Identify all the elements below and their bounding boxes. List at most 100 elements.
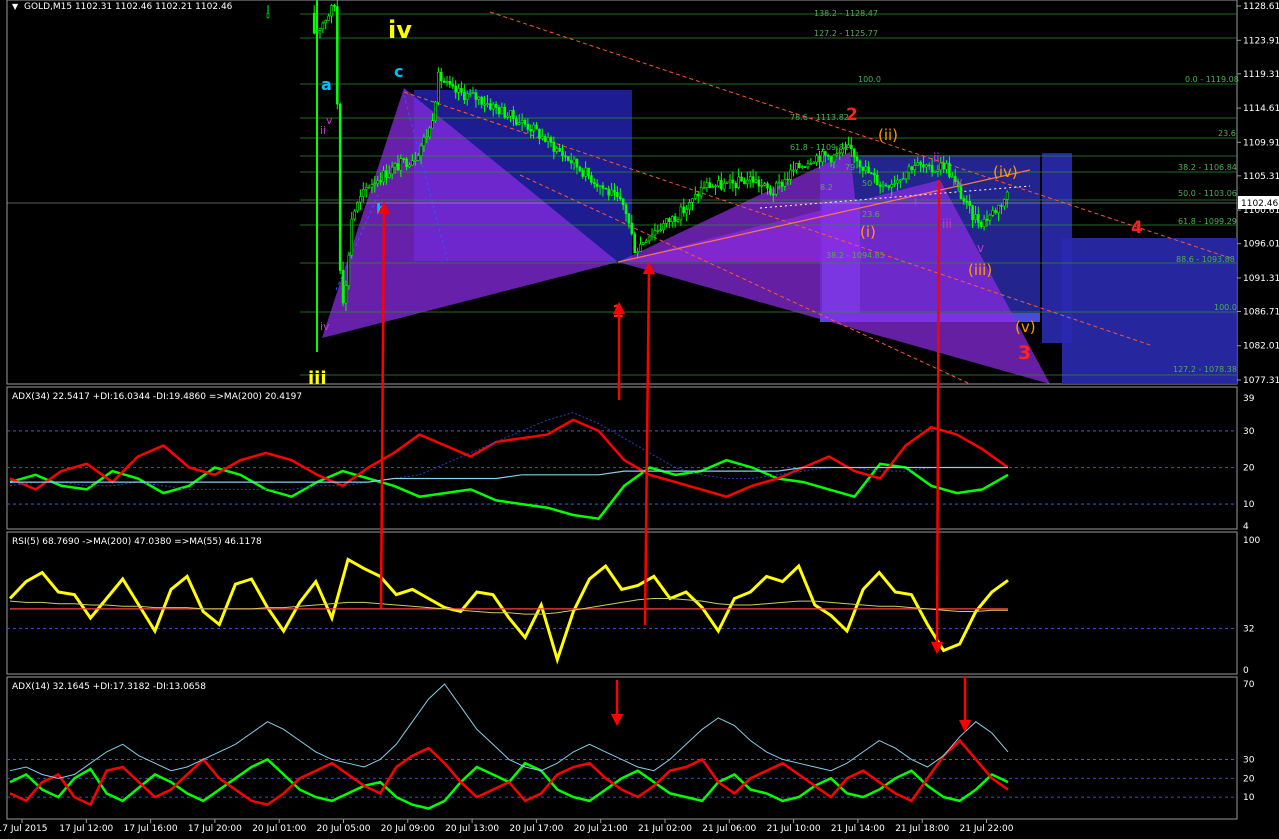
candle-body — [564, 155, 567, 157]
candle-body — [569, 160, 573, 164]
candle-body — [610, 189, 613, 196]
candle-body — [489, 103, 492, 110]
candle-body — [971, 205, 974, 220]
candle-body — [691, 198, 694, 203]
time-axis-label: 17 Jul 2015 — [0, 824, 47, 834]
candle-body — [734, 182, 738, 188]
candle-body — [714, 185, 717, 188]
candle-body — [561, 150, 564, 156]
candle-body — [402, 158, 406, 160]
price-axis-label: 1096.01 — [1243, 240, 1279, 250]
candle-body — [922, 164, 925, 168]
candle-body — [913, 165, 917, 171]
candle-body — [873, 173, 876, 176]
candle-body — [933, 170, 937, 173]
candle-body — [795, 163, 798, 171]
wave-label-a: a — [321, 75, 332, 94]
wave-label-ii-right: ii — [933, 151, 940, 165]
candle-body — [650, 234, 654, 238]
candle-body — [601, 185, 605, 189]
candle-body — [821, 151, 824, 163]
candle-body — [803, 166, 807, 168]
candle-body — [460, 87, 463, 93]
indicator-axis-label: 20 — [1243, 774, 1255, 784]
indicator-axis-label: 4 — [1243, 522, 1249, 532]
candle-body — [578, 166, 582, 171]
candle-body — [792, 169, 795, 172]
candle-body — [751, 176, 755, 183]
candle-body — [431, 120, 434, 129]
fib-level-label: 127.2 - 1125.77 — [814, 29, 878, 38]
candle-body — [529, 129, 533, 132]
candle-body — [621, 198, 625, 206]
candle-body — [390, 166, 394, 175]
price-axis-label: 1123.91 — [1243, 36, 1279, 46]
candle-body — [1005, 191, 1009, 200]
chart-header-triangle[interactable]: ▼ — [12, 2, 19, 11]
wave-label-2: 2 — [846, 105, 858, 125]
zone-layer — [322, 88, 1237, 384]
candle-body — [1000, 205, 1003, 207]
candle-body — [356, 201, 359, 212]
wave-label-3: 3 — [1018, 342, 1031, 364]
candle-body — [413, 159, 417, 162]
candle-body — [728, 179, 732, 183]
indicator-axis-label: 32 — [1243, 624, 1254, 634]
candle-body — [523, 120, 527, 125]
fib-level-label: 50 — [862, 179, 872, 188]
candle-body — [769, 187, 772, 195]
candle-body — [486, 103, 489, 105]
time-axis-label: 17 Jul 12:00 — [59, 824, 113, 834]
price-axis-label: 1114.61 — [1243, 104, 1279, 114]
candle-body — [942, 162, 945, 170]
arrow-adx-up — [642, 261, 656, 626]
candle-body — [777, 181, 781, 184]
wave-label-paren-i: (i) — [860, 223, 876, 241]
candle-body — [737, 176, 740, 188]
candle-body — [875, 174, 879, 186]
time-axis-label: 20 Jul 01:00 — [252, 824, 306, 834]
candle-body — [359, 196, 362, 203]
candle-body — [457, 87, 460, 93]
candle-body — [454, 85, 457, 93]
time-axis-label: 20 Jul 13:00 — [445, 824, 499, 834]
candle-body — [618, 196, 622, 199]
fib-level-label: 8.2 — [820, 183, 833, 192]
candle-body — [852, 148, 856, 158]
wave-label-v-small: v — [326, 114, 333, 127]
candle-body — [520, 120, 524, 123]
candle-body — [595, 183, 599, 187]
rsi-panel-label: RSI(5) 68.7690 ->MA(200) 47.0380 =>MA(55… — [12, 537, 262, 547]
fib-level-label: 23.6 — [1218, 129, 1236, 138]
candle-body — [901, 178, 905, 181]
candle-body — [333, 5, 336, 7]
candle-body — [644, 240, 648, 243]
candle-body — [425, 136, 429, 139]
candle-body — [465, 93, 469, 100]
candle-body — [445, 81, 449, 83]
candle-body — [546, 137, 550, 142]
candle-body — [656, 230, 660, 232]
candle-body — [543, 136, 547, 142]
candle-body — [705, 182, 709, 188]
candle-body — [327, 15, 330, 21]
time-axis-label: 21 Jul 14:00 — [831, 824, 885, 834]
candle-body — [847, 144, 850, 148]
candle-body — [477, 96, 481, 100]
candle-body — [642, 242, 645, 245]
candle-body — [468, 92, 472, 95]
candle-body — [373, 183, 377, 186]
candle-body — [858, 160, 862, 168]
candle-body — [324, 19, 328, 24]
price-axis-label: 1091.31 — [1243, 274, 1279, 284]
candle-body — [939, 162, 943, 171]
candle-body — [746, 179, 749, 185]
wave-label-iv-small: iv — [320, 320, 330, 333]
candle-body — [945, 163, 948, 170]
wave-label-paren-iii: (iii) — [968, 261, 992, 279]
candle-body — [760, 184, 764, 187]
candle-body — [679, 206, 683, 221]
candle-body — [575, 158, 579, 168]
candle-body — [979, 222, 983, 227]
wave-label-iv-major: iv — [388, 16, 412, 44]
